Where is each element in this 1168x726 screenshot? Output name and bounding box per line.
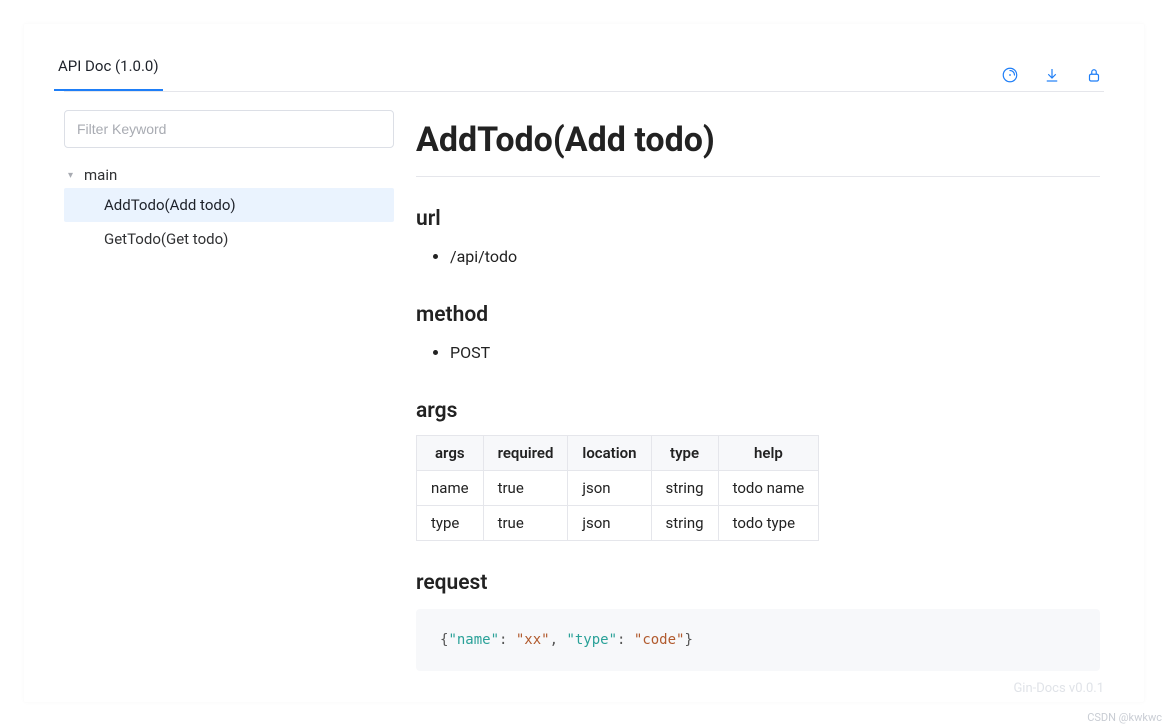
request-body: {"name": "xx", "type": "code"}	[416, 609, 1100, 671]
tree-item-gettodo[interactable]: GetTodo(Get todo)	[64, 222, 394, 256]
url-value: /api/todo	[450, 241, 1100, 273]
watermark: CSDN @kwkwc	[1087, 711, 1162, 724]
page-title: AddTodo(Add todo)	[416, 120, 1100, 177]
args-col-location: location	[568, 436, 651, 471]
tab-api-doc[interactable]: API Doc (1.0.0)	[54, 57, 163, 91]
args-col-required: required	[483, 436, 568, 471]
tree-group-label: main	[84, 166, 117, 184]
download-icon[interactable]	[1042, 65, 1062, 85]
tree-group-main[interactable]: ▾ main	[64, 162, 394, 188]
args-table: args required location type help name tr…	[416, 435, 819, 541]
table-row: name true json string todo name	[417, 471, 819, 506]
section-args-heading: args	[416, 399, 1100, 423]
method-value: POST	[450, 337, 1100, 369]
args-col-args: args	[417, 436, 484, 471]
topbar: API Doc (1.0.0)	[64, 40, 1104, 92]
content: AddTodo(Add todo) url /api/todo method P…	[414, 110, 1104, 702]
caret-down-icon: ▾	[68, 170, 78, 181]
sidebar: ▾ main AddTodo(Add todo) GetTodo(Get tod…	[64, 110, 414, 702]
section-request-heading: request	[416, 571, 1100, 595]
table-row: type true json string todo type	[417, 506, 819, 541]
filter-input[interactable]	[64, 110, 394, 148]
lock-icon[interactable]	[1084, 65, 1104, 85]
section-url-heading: url	[416, 207, 1100, 231]
args-col-type: type	[651, 436, 718, 471]
toolbar	[1000, 65, 1104, 91]
section-method-heading: method	[416, 303, 1100, 327]
args-col-help: help	[718, 436, 819, 471]
clock-icon[interactable]	[1000, 65, 1020, 85]
tree: ▾ main AddTodo(Add todo) GetTodo(Get tod…	[64, 162, 394, 256]
tree-item-addtodo[interactable]: AddTodo(Add todo)	[64, 188, 394, 222]
